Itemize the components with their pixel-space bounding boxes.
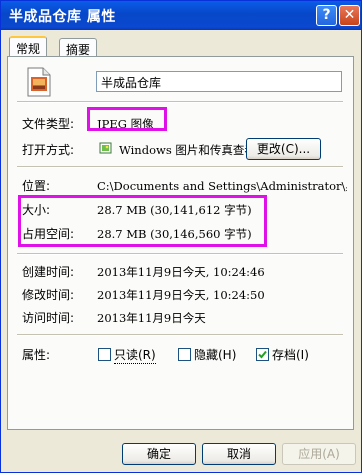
modified-label: 修改时间:: [22, 288, 75, 302]
file-name-input[interactable]: 半成品仓库: [96, 71, 342, 92]
change-button[interactable]: 更改(C)...: [246, 138, 321, 160]
accessed-value: 2013年11月9日今天: [97, 311, 206, 325]
properties-dialog: 半成品仓库 属性 ? ✕ 常规 摘要 半成品仓库 文件类型: JPEG 图像 打…: [0, 0, 362, 473]
separator: [17, 166, 343, 168]
help-button[interactable]: ?: [316, 5, 337, 26]
ok-button[interactable]: 确定: [122, 443, 196, 465]
readonly-checkbox[interactable]: [98, 348, 111, 361]
tab-summary[interactable]: 摘要: [59, 38, 98, 58]
cancel-button[interactable]: 取消: [202, 443, 276, 465]
close-button[interactable]: ✕: [339, 5, 360, 26]
attributes-label: 属性:: [22, 348, 51, 362]
hidden-checkbox[interactable]: [178, 348, 191, 361]
separator: [17, 334, 343, 336]
created-value: 2013年11月9日今天, 10:24:46: [97, 265, 265, 279]
open-with-label: 打开方式:: [22, 143, 75, 157]
windows-picture-viewer-icon: [99, 142, 112, 154]
separator: [17, 101, 343, 103]
open-with-value: Windows 图片和传真查看器: [119, 143, 259, 157]
archive-label[interactable]: 存档(I): [272, 346, 309, 363]
archive-checkbox[interactable]: [256, 348, 269, 361]
file-type-label: 文件类型:: [22, 117, 75, 131]
type-highlight-box: [87, 107, 167, 131]
location-value: C:\Documents and Settings\Administrator\…: [97, 179, 347, 193]
window-title: 半成品仓库 属性: [9, 9, 116, 25]
modified-value: 2013年11月9日今天, 10:24:50: [97, 288, 265, 302]
hidden-label[interactable]: 隐藏(H): [194, 346, 236, 363]
separator: [17, 253, 343, 255]
created-label: 创建时间:: [22, 265, 75, 279]
accessed-label: 访问时间:: [22, 311, 75, 325]
tab-general[interactable]: 常规: [9, 36, 48, 58]
apply-button[interactable]: 应用(A): [282, 443, 356, 465]
size-highlight-box: [18, 195, 267, 247]
jpeg-image-file-icon: [27, 67, 51, 97]
readonly-label[interactable]: 只读(R): [114, 346, 156, 364]
title-bar[interactable]: 半成品仓库 属性 ? ✕: [1, 1, 361, 30]
checkmark-icon: [258, 350, 267, 359]
location-label: 位置:: [22, 179, 51, 193]
